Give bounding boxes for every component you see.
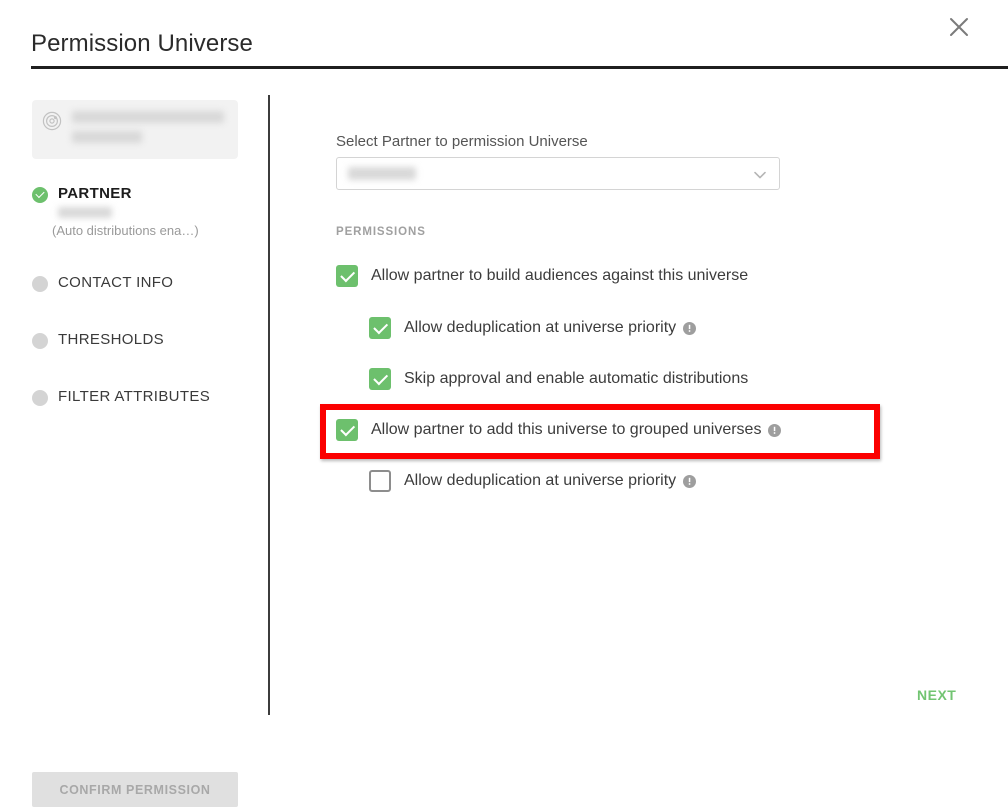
permission-label: Allow deduplication at universe priority	[404, 472, 677, 489]
permission-label: Skip approval and enable automatic distr…	[404, 370, 749, 387]
checkbox-skip-approval[interactable]	[369, 368, 391, 390]
sidebar-item-label: FILTER ATTRIBUTES	[58, 388, 211, 405]
sidebar-item-label: THRESHOLDS	[58, 331, 165, 348]
checkbox-dedup-priority-build[interactable]	[369, 317, 391, 339]
dialog-header: Permission Universe	[0, 0, 1008, 69]
confirm-permission-button[interactable]: CONFIRM PERMISSION	[32, 772, 238, 807]
sidebar-item-label: CONTACT INFO	[58, 274, 174, 291]
partner-select-label: Select Partner to permission Universe	[336, 133, 588, 150]
permission-row-dedup-priority-grouped[interactable]: Allow deduplication at universe priority	[369, 470, 697, 492]
permission-row-grouped-universes[interactable]: Allow partner to add this universe to gr…	[336, 419, 782, 441]
checkbox-build-audiences[interactable]	[336, 265, 358, 287]
close-button[interactable]	[940, 8, 978, 46]
info-icon[interactable]	[683, 321, 697, 335]
universe-icon	[42, 111, 62, 131]
universe-name-redacted	[72, 111, 224, 123]
sidebar-item-filter-attributes[interactable]: FILTER ATTRIBUTES	[32, 388, 262, 406]
sidebar-item-contact-info[interactable]: CONTACT INFO	[32, 274, 262, 292]
step-pending-bullet-icon	[32, 333, 48, 349]
permissions-section-heading: PERMISSIONS	[336, 226, 426, 238]
permission-row-dedup-priority-build[interactable]: Allow deduplication at universe priority	[369, 317, 697, 339]
header-divider	[31, 66, 1008, 69]
permission-label: Allow partner to build audiences against…	[371, 267, 749, 284]
close-icon	[947, 15, 971, 39]
main-panel: Select Partner to permission Universe PE…	[268, 95, 1008, 725]
page-title: Permission Universe	[31, 30, 253, 57]
partner-auto-distribution-note: (Auto distributions ena…)	[52, 223, 199, 238]
chevron-down-icon	[753, 168, 767, 182]
checkbox-dedup-priority-grouped[interactable]	[369, 470, 391, 492]
checkbox-grouped-universes[interactable]	[336, 419, 358, 441]
permission-row-build-audiences[interactable]: Allow partner to build audiences against…	[336, 265, 748, 287]
partner-name-redacted	[58, 207, 112, 218]
step-pending-bullet-icon	[32, 390, 48, 406]
permission-label: Allow deduplication at universe priority	[404, 319, 677, 336]
sidebar: PARTNER (Auto distributions ena…) CONTAC…	[0, 95, 268, 807]
step-complete-check-icon	[32, 187, 48, 203]
sidebar-item-thresholds[interactable]: THRESHOLDS	[32, 331, 262, 349]
next-button[interactable]: NEXT	[913, 683, 960, 707]
permission-row-skip-approval[interactable]: Skip approval and enable automatic distr…	[369, 368, 748, 390]
partner-select[interactable]	[336, 157, 780, 190]
sidebar-item-partner[interactable]: PARTNER	[32, 185, 262, 203]
permission-label: Allow partner to add this universe to gr…	[371, 421, 762, 438]
partner-select-value-redacted	[348, 167, 416, 180]
info-icon[interactable]	[768, 423, 782, 437]
universe-card[interactable]	[32, 100, 238, 159]
step-pending-bullet-icon	[32, 276, 48, 292]
universe-subname-redacted	[72, 131, 142, 143]
info-icon[interactable]	[683, 474, 697, 488]
sidebar-item-label: PARTNER	[58, 185, 132, 202]
